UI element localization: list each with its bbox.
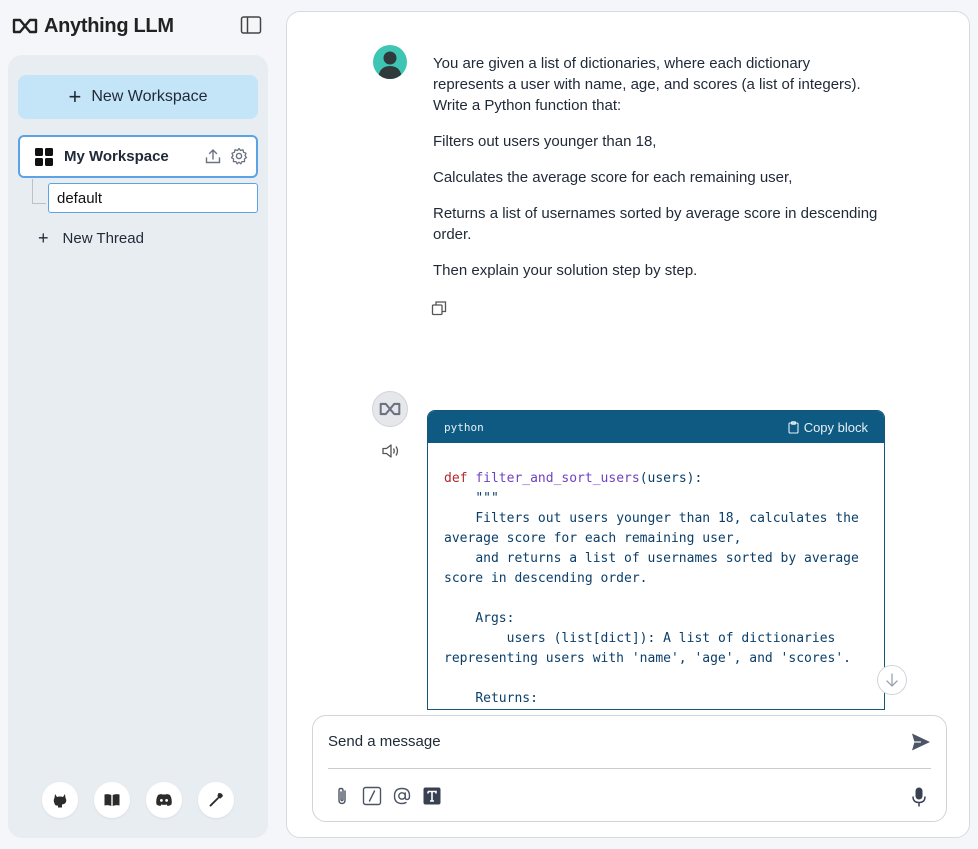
slash-command-icon[interactable] <box>362 786 382 806</box>
sidebar-toggle-button[interactable] <box>240 15 262 35</box>
microphone-button[interactable] <box>910 786 928 808</box>
user-message: You are given a list of dictionaries, wh… <box>433 53 883 296</box>
workspace-name: My Workspace <box>64 148 169 165</box>
github-icon[interactable] <box>42 782 78 818</box>
thread-name: default <box>57 189 103 207</box>
sidebar: + New Workspace My Workspace default + N… <box>8 55 268 838</box>
app-logo: Anything LLM <box>12 14 174 38</box>
book-icon[interactable] <box>94 782 130 818</box>
user-avatar <box>373 45 407 79</box>
code-block-header: python Copy block <box>428 411 884 443</box>
copy-block-button[interactable]: Copy block <box>788 420 868 435</box>
message-composer <box>312 715 947 822</box>
logo-icon <box>12 18 38 34</box>
code-block: python Copy block def filter_and_sort_us… <box>427 410 885 710</box>
user-message-paragraph: Then explain your solution step by step. <box>433 262 698 279</box>
send-icon <box>912 733 930 751</box>
code-content: def filter_and_sort_users(users): """ Fi… <box>428 443 884 709</box>
message-input[interactable] <box>328 728 888 754</box>
code-language-label: python <box>444 420 484 434</box>
clipboard-icon <box>788 420 799 434</box>
speaker-icon[interactable] <box>381 442 401 460</box>
sidebar-footer <box>42 782 234 818</box>
arrow-down-icon <box>886 673 898 687</box>
logo-icon <box>379 402 401 416</box>
user-message-paragraph: Filters out users younger than 18, <box>433 133 657 150</box>
user-message-paragraph: You are given a list of dictionaries, wh… <box>433 55 861 114</box>
discord-icon[interactable] <box>146 782 182 818</box>
user-message-paragraph: Returns a list of usernames sorted by av… <box>433 205 878 243</box>
user-message-paragraph: Calculates the average score for each re… <box>433 169 793 186</box>
code-function-name: filter_and_sort_users <box>475 471 640 486</box>
upload-icon[interactable] <box>204 147 222 165</box>
composer-divider <box>328 768 931 769</box>
plus-icon: + <box>38 227 49 248</box>
text-format-icon[interactable] <box>422 786 442 806</box>
send-button[interactable] <box>910 731 932 753</box>
thread-item-default[interactable]: default <box>48 183 258 213</box>
wrench-icon[interactable] <box>198 782 234 818</box>
code-body-text: """ Filters out users younger than 18, c… <box>444 491 859 706</box>
new-workspace-button[interactable]: + New Workspace <box>18 75 258 119</box>
paperclip-icon[interactable] <box>332 786 352 806</box>
microphone-icon <box>912 787 926 807</box>
assistant-avatar <box>372 391 408 427</box>
plus-icon: + <box>68 84 82 109</box>
code-signature: (users): <box>639 471 703 486</box>
new-thread-label: New Thread <box>62 229 144 247</box>
app-title: Anything LLM <box>44 14 174 37</box>
copy-message-icon[interactable] <box>431 300 447 316</box>
code-keyword: def <box>444 471 468 486</box>
gear-icon[interactable] <box>230 147 248 165</box>
chat-panel: You are given a list of dictionaries, wh… <box>286 11 970 838</box>
copy-block-label: Copy block <box>803 419 868 435</box>
scroll-to-bottom-button[interactable] <box>877 665 907 695</box>
at-mention-icon[interactable] <box>392 786 412 806</box>
new-workspace-label: New Workspace <box>91 88 208 105</box>
new-thread-button[interactable]: + New Thread <box>38 225 144 251</box>
sidebar-panel-icon <box>240 16 262 34</box>
composer-tools <box>332 786 442 806</box>
workspace-item[interactable]: My Workspace <box>18 135 258 178</box>
thread-connector <box>32 179 46 204</box>
workspace-grid-icon <box>35 147 53 166</box>
